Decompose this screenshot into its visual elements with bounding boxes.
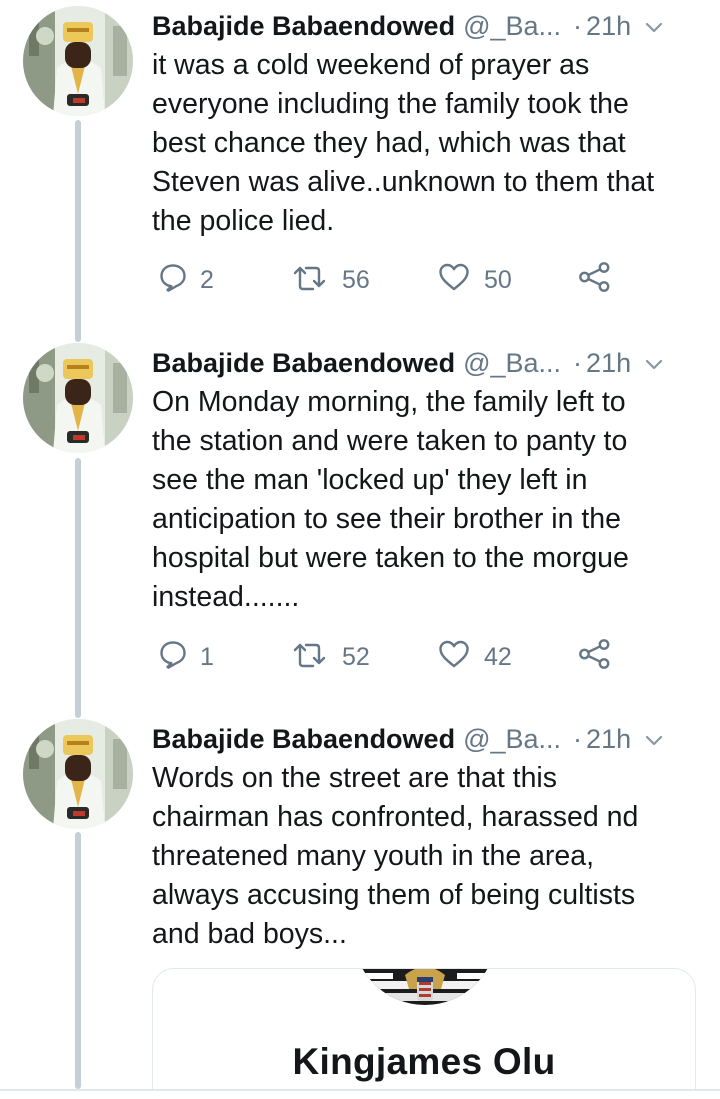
tweet-actions: 1 52 42 (158, 637, 628, 677)
tweet-header: Babajide Babaendowed @_Ba... · 21h (152, 719, 697, 759)
retweet-icon (292, 262, 328, 299)
tweet[interactable]: Babajide Babaendowed @_Ba... · 21h it wa… (0, 6, 720, 306)
author-name[interactable]: Babajide Babaendowed (152, 6, 455, 46)
tweet-text: Words on the street are that this chairm… (152, 762, 639, 950)
retweet-button[interactable]: 52 (292, 637, 370, 677)
timestamp[interactable]: 21h (586, 719, 631, 759)
tweet-text: it was a cold weekend of prayer as every… (152, 49, 655, 237)
bottom-strip (0, 1091, 720, 1099)
separator: · (573, 724, 583, 754)
like-icon (438, 262, 470, 299)
author-handle[interactable]: @_Ba... (463, 719, 561, 759)
retweet-button[interactable]: 56 (292, 260, 370, 300)
reply-count: 2 (200, 265, 214, 294)
reply-icon (158, 262, 188, 299)
reply-icon (158, 639, 188, 676)
card-profile-name[interactable]: Kingjames Olu (153, 1041, 695, 1083)
like-button[interactable]: 42 (438, 637, 512, 677)
quoted-profile-card[interactable]: Kingjames Olu (152, 968, 696, 1099)
tweet-thread: Babajide Babaendowed @_Ba... · 21h it wa… (0, 0, 720, 1099)
separator: · (573, 11, 583, 41)
tweet-text: On Monday morning, the family left to th… (152, 386, 629, 613)
tweet-body: Babajide Babaendowed @_Ba... · 21h Words… (152, 719, 697, 954)
tweet-header: Babajide Babaendowed @_Ba... · 21h (152, 343, 697, 383)
timestamp[interactable]: 21h (586, 343, 631, 383)
share-icon (578, 262, 612, 299)
tweet-actions: 2 56 50 (158, 260, 628, 300)
like-count: 42 (484, 642, 512, 671)
chevron-down-icon[interactable] (643, 729, 665, 751)
tweet[interactable]: Babajide Babaendowed @_Ba... · 21h Words… (0, 719, 720, 959)
chevron-down-icon[interactable] (643, 16, 665, 38)
like-icon (438, 639, 470, 676)
chevron-down-icon[interactable] (643, 353, 665, 375)
like-button[interactable]: 50 (438, 260, 512, 300)
reply-button[interactable]: 1 (158, 637, 214, 677)
tweet-body: Babajide Babaendowed @_Ba... · 21h it wa… (152, 6, 697, 241)
retweet-count: 56 (342, 265, 370, 294)
author-handle[interactable]: @_Ba... (463, 343, 561, 383)
avatar[interactable] (23, 343, 133, 453)
share-button[interactable] (578, 260, 612, 300)
tweet[interactable]: Babajide Babaendowed @_Ba... · 21h On Mo… (0, 343, 720, 683)
retweet-count: 52 (342, 642, 370, 671)
timestamp[interactable]: 21h (586, 6, 631, 46)
retweet-icon (292, 639, 328, 676)
author-name[interactable]: Babajide Babaendowed (152, 343, 455, 383)
avatar[interactable] (23, 6, 133, 116)
avatar[interactable] (23, 719, 133, 829)
author-handle[interactable]: @_Ba... (463, 6, 561, 46)
reply-button[interactable]: 2 (158, 260, 214, 300)
author-name[interactable]: Babajide Babaendowed (152, 719, 455, 759)
reply-count: 1 (200, 642, 214, 671)
share-icon (578, 639, 612, 676)
card-avatar (353, 969, 497, 1009)
tweet-body: Babajide Babaendowed @_Ba... · 21h On Mo… (152, 343, 697, 617)
share-button[interactable] (578, 637, 612, 677)
separator: · (573, 348, 583, 378)
tweet-header: Babajide Babaendowed @_Ba... · 21h (152, 6, 697, 46)
like-count: 50 (484, 265, 512, 294)
